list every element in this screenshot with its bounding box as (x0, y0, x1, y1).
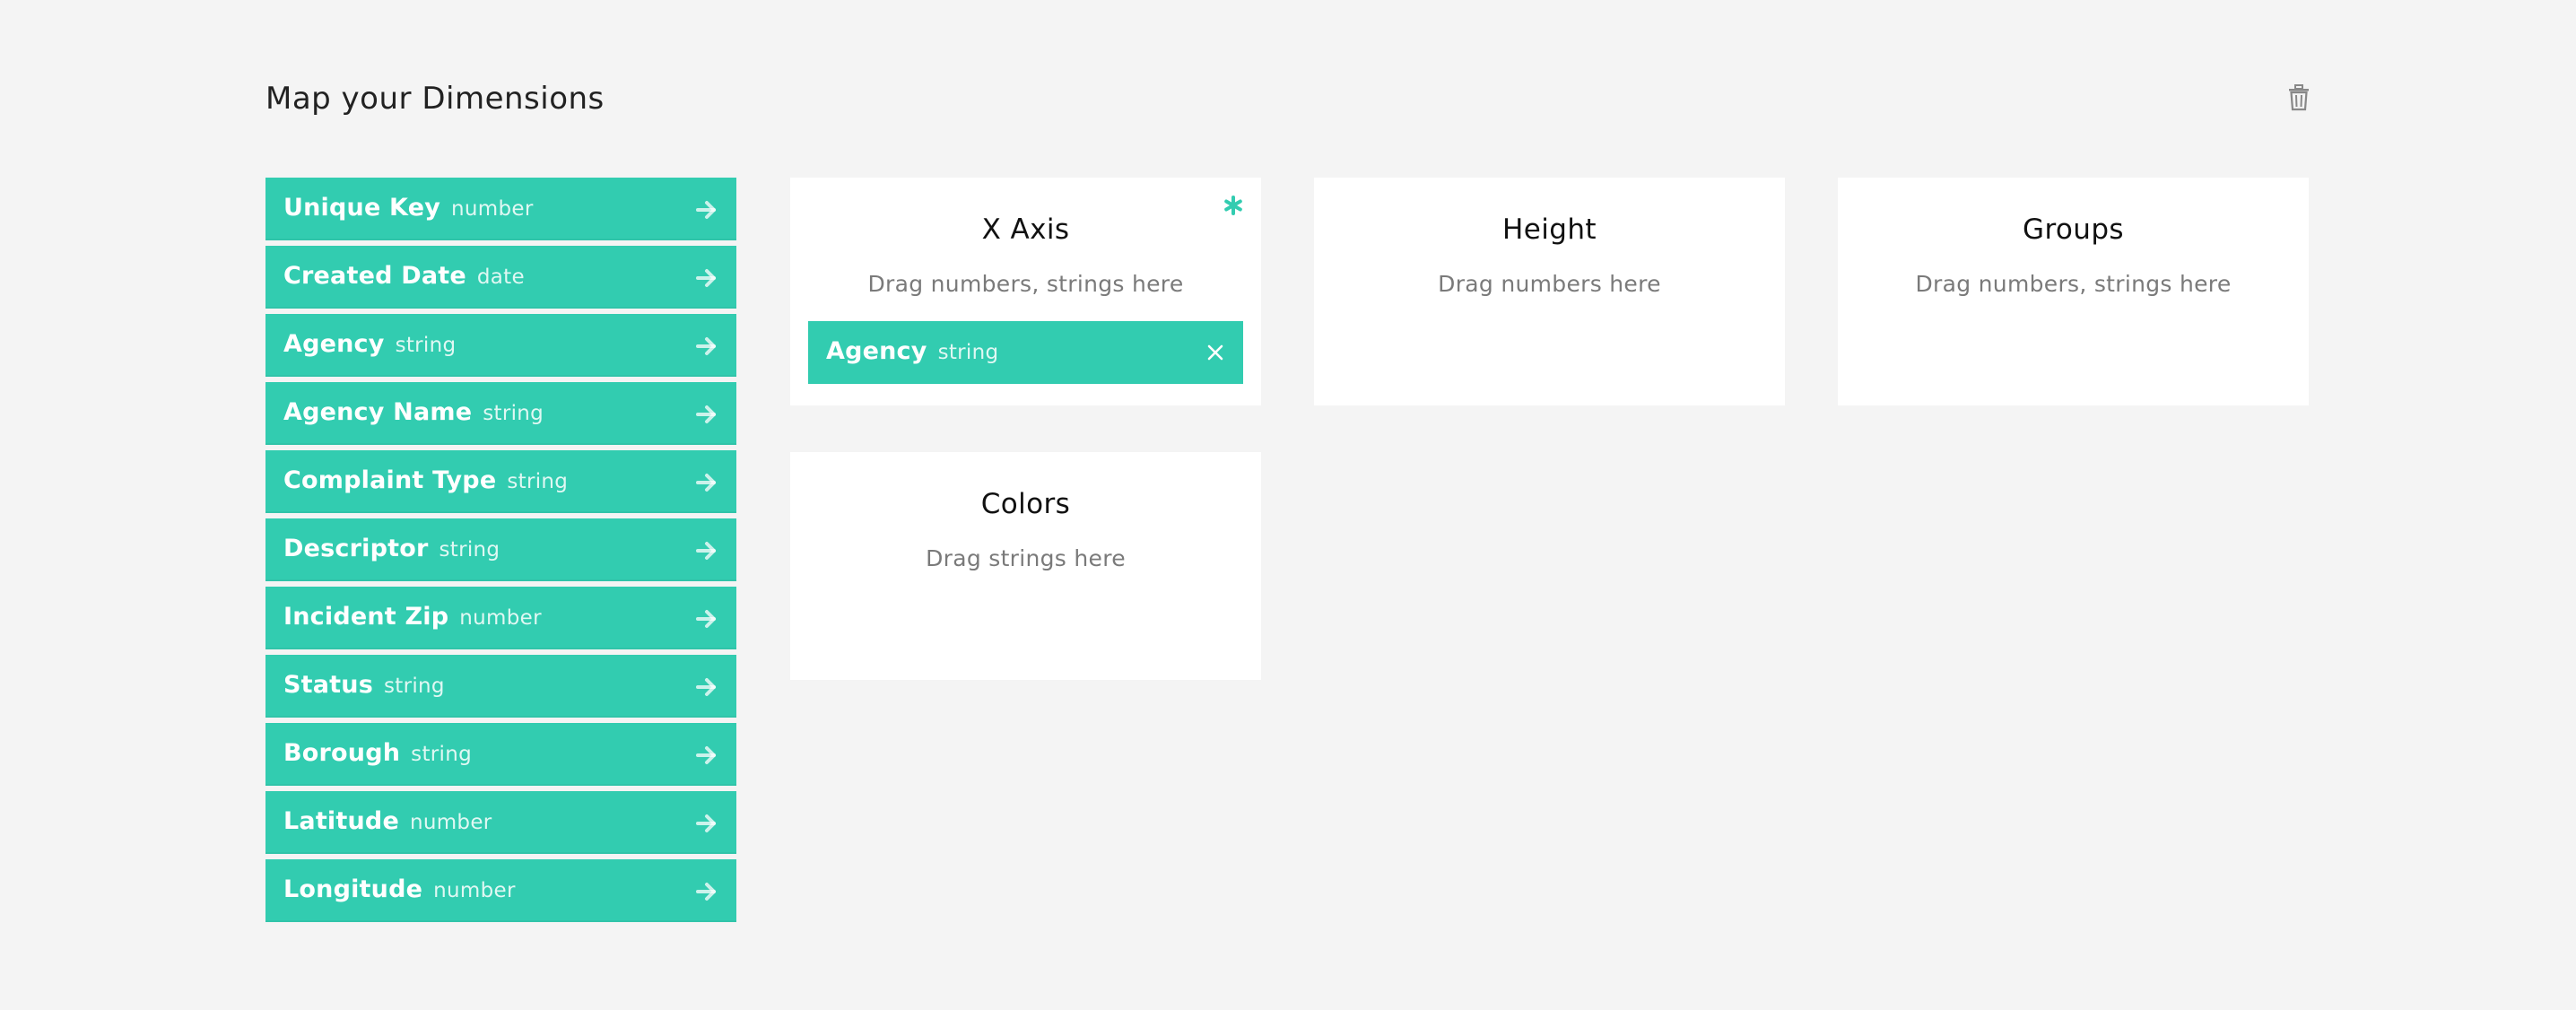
dimension-name: Latitude (283, 807, 399, 835)
chip-type: string (937, 341, 999, 364)
dimension-label: Status string (283, 671, 445, 699)
dimension-item[interactable]: Status string (265, 655, 736, 718)
dimension-type: string (383, 675, 445, 698)
arrow-right-icon[interactable] (695, 266, 718, 290)
dimension-item[interactable]: Longitude number (265, 859, 736, 922)
dimension-item[interactable]: Borough string (265, 723, 736, 786)
dimension-item[interactable]: Latitude number (265, 791, 736, 854)
dimension-label: Created Date date (283, 262, 525, 290)
x-axis-title: X Axis (981, 213, 1070, 246)
dimension-label: Unique Key number (283, 194, 534, 222)
dimension-type: string (507, 470, 569, 493)
groups-title: Groups (2023, 213, 2124, 246)
dimension-label: Descriptor string (283, 535, 500, 562)
colors-hint: Drag strings here (926, 545, 1126, 571)
trash-icon[interactable] (2287, 84, 2311, 111)
arrow-right-icon[interactable] (695, 403, 718, 426)
dimension-label: Latitude number (283, 807, 492, 835)
arrow-right-icon[interactable] (695, 812, 718, 835)
arrow-right-icon[interactable] (695, 744, 718, 767)
height-hint: Drag numbers here (1438, 271, 1661, 297)
dimension-label: Borough string (283, 739, 472, 767)
dimension-name: Descriptor (283, 535, 429, 562)
dimension-type: string (395, 334, 457, 357)
height-slot[interactable]: Height Drag numbers here (1314, 178, 1785, 405)
dimension-name: Status (283, 671, 373, 699)
groups-hint: Drag numbers, strings here (1915, 271, 2232, 297)
dimension-name: Incident Zip (283, 603, 449, 631)
dimension-item[interactable]: Descriptor string (265, 518, 736, 581)
dimension-type: date (476, 266, 525, 289)
dimension-label: Agency Name string (283, 398, 544, 426)
dimension-item[interactable]: Unique Key number (265, 178, 736, 240)
mapped-dimension-chip[interactable]: Agency string (808, 321, 1243, 384)
dimension-name: Borough (283, 739, 401, 767)
dimension-item[interactable]: Incident Zip number (265, 587, 736, 649)
arrow-right-icon[interactable] (695, 880, 718, 903)
dimension-name: Longitude (283, 875, 423, 903)
x-axis-slot[interactable]: X Axis Drag numbers, strings here Agency… (790, 178, 1261, 405)
dimension-item[interactable]: Created Date date (265, 246, 736, 309)
arrow-right-icon[interactable] (695, 471, 718, 494)
dimension-type: number (451, 197, 534, 221)
chip-name: Agency (826, 337, 927, 365)
close-icon[interactable] (1205, 343, 1225, 362)
arrow-right-icon[interactable] (695, 539, 718, 562)
dimension-type: number (433, 879, 516, 902)
dimension-label: Longitude number (283, 875, 516, 903)
dimension-type: string (483, 402, 544, 425)
dimension-name: Agency (283, 330, 385, 358)
arrow-right-icon[interactable] (695, 335, 718, 358)
dimension-type: string (411, 743, 472, 766)
arrow-right-icon[interactable] (695, 198, 718, 222)
asterisk-icon (1223, 196, 1243, 215)
dimension-label: Complaint Type string (283, 466, 568, 494)
dimension-type: number (409, 811, 492, 834)
colors-title: Colors (980, 488, 1071, 520)
dimension-name: Complaint Type (283, 466, 497, 494)
dimension-label: Incident Zip number (283, 603, 542, 631)
x-axis-hint: Drag numbers, strings here (867, 271, 1184, 297)
dimension-label: Agency string (283, 330, 456, 358)
dimension-name: Agency Name (283, 398, 473, 426)
arrow-right-icon[interactable] (695, 675, 718, 699)
dimension-item[interactable]: Agency Name string (265, 382, 736, 445)
dimension-type: number (459, 606, 542, 630)
arrow-right-icon[interactable] (695, 607, 718, 631)
page-title: Map your Dimensions (265, 81, 605, 117)
dimension-item[interactable]: Complaint Type string (265, 450, 736, 513)
groups-slot[interactable]: Groups Drag numbers, strings here (1838, 178, 2309, 405)
dimension-item[interactable]: Agency string (265, 314, 736, 377)
dimension-list: Unique Key number Created Date date Agency st… (265, 178, 736, 927)
dimension-name: Created Date (283, 262, 466, 290)
colors-slot[interactable]: Colors Drag strings here (790, 452, 1261, 680)
dimension-type: string (439, 538, 500, 562)
height-title: Height (1502, 213, 1597, 246)
dimension-name: Unique Key (283, 194, 441, 222)
